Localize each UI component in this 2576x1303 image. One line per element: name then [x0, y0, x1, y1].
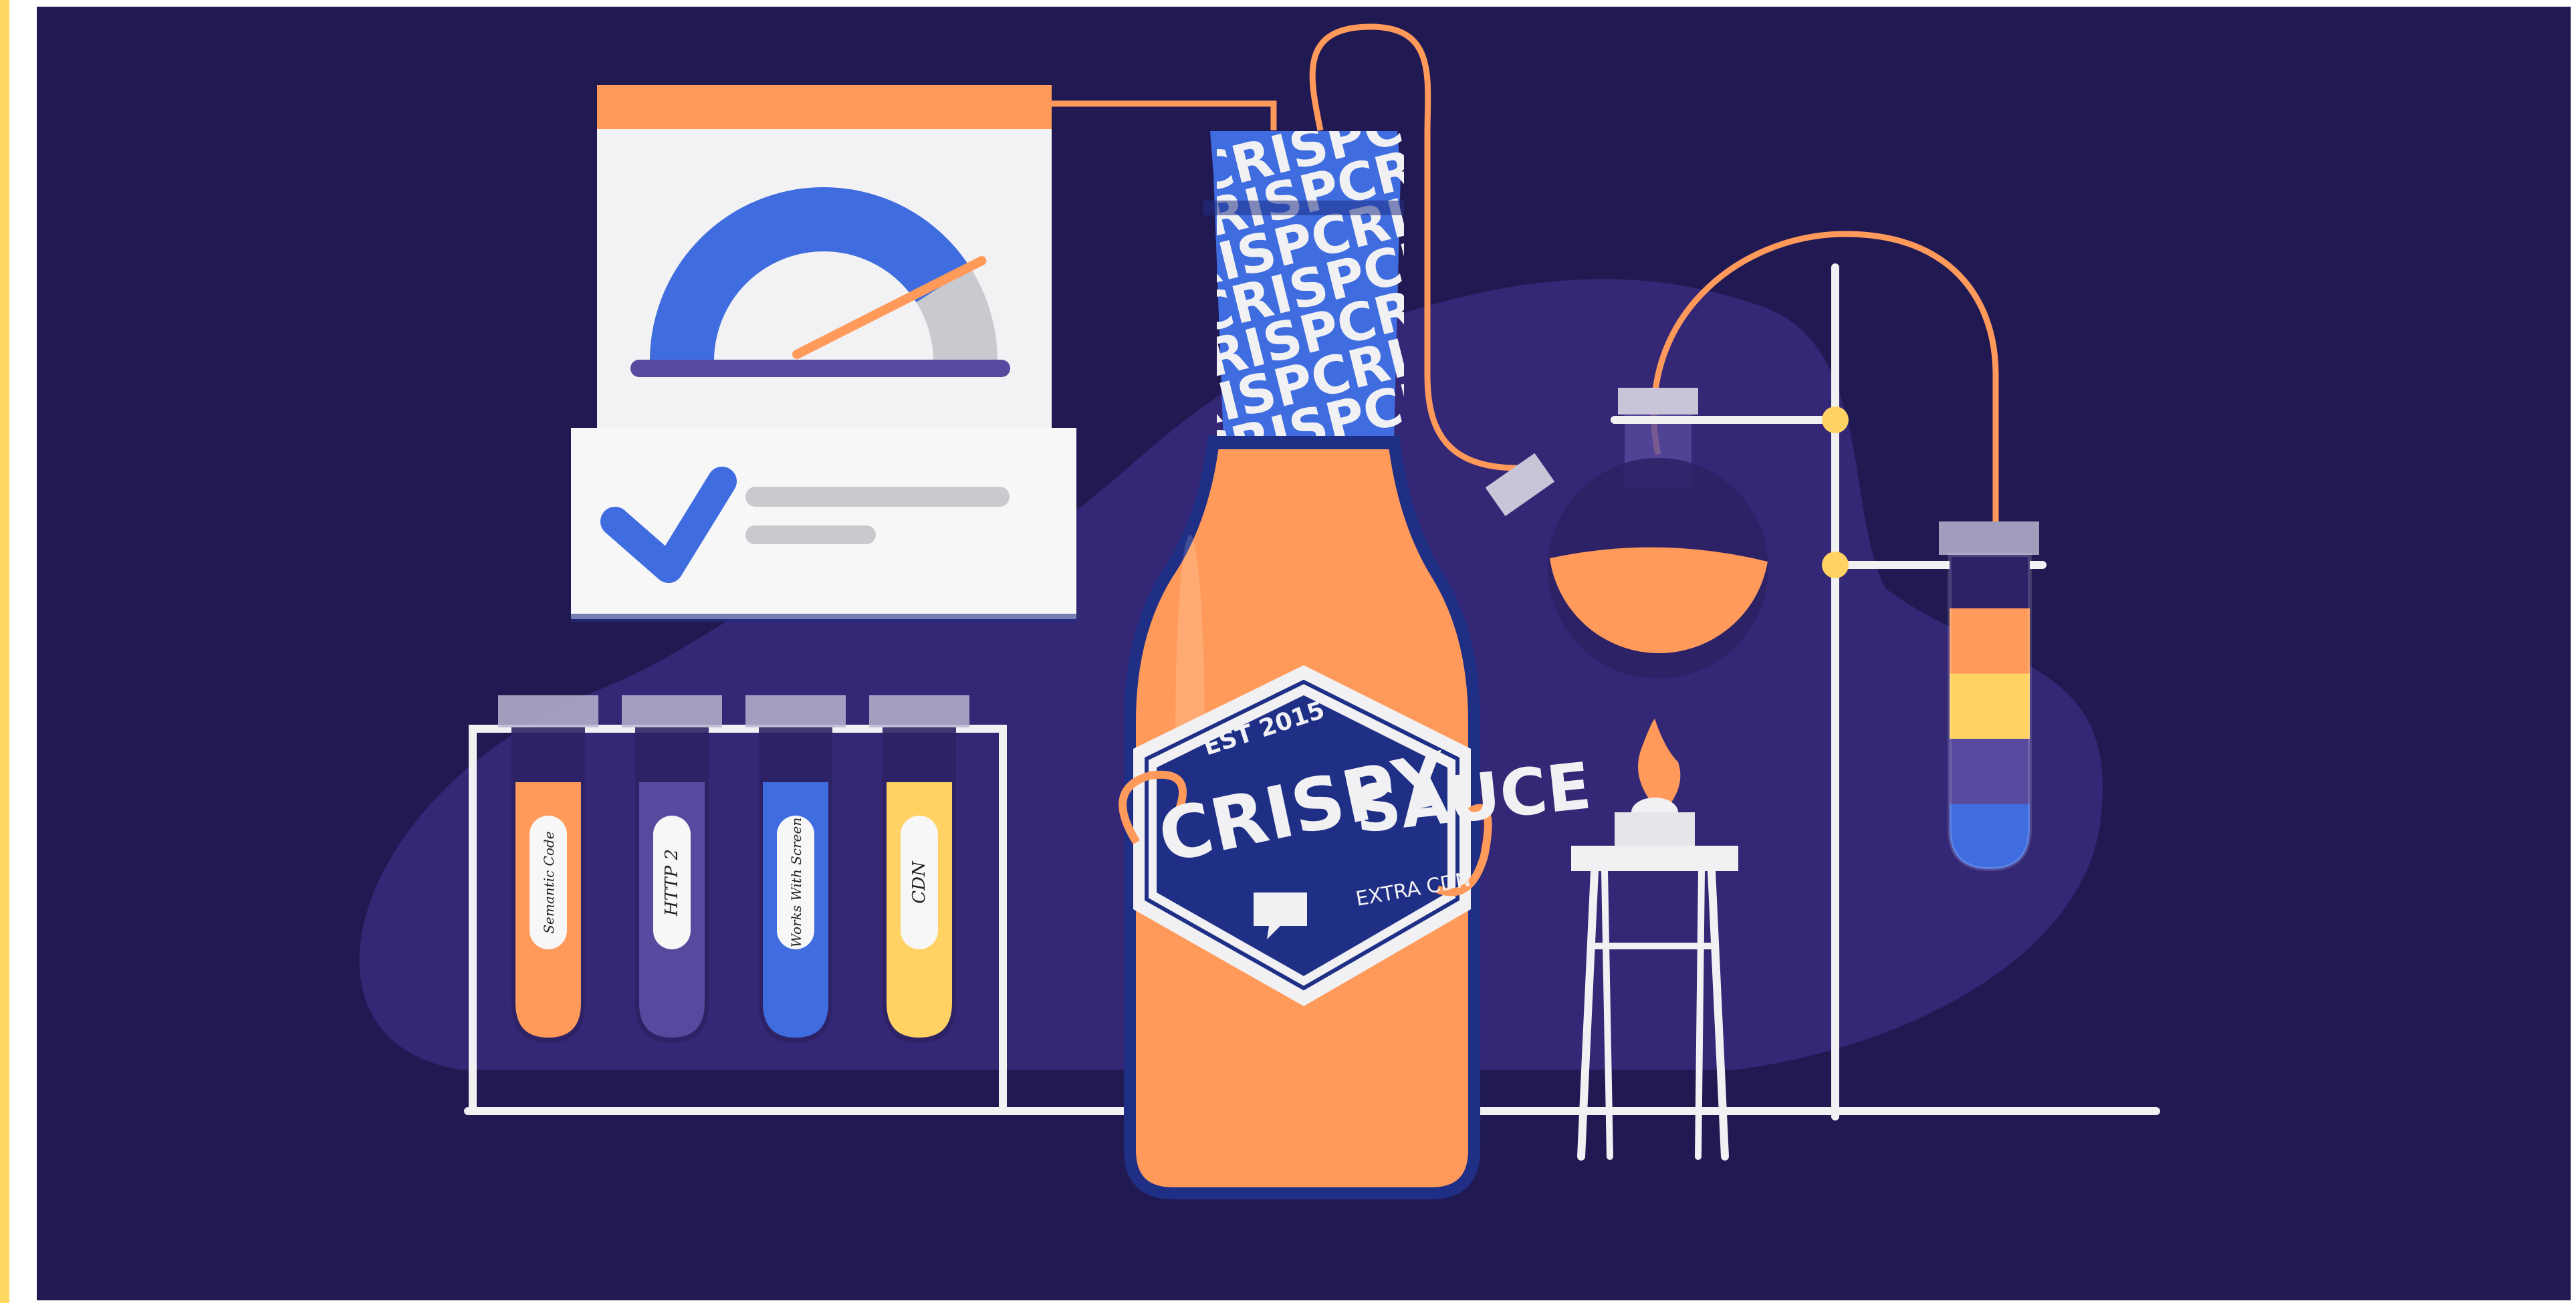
- test-tube: HTTP 2: [622, 695, 722, 1043]
- card-header-bar: [597, 85, 1052, 129]
- flask-cap: [1618, 388, 1698, 414]
- clamp-knob-lower: [1822, 552, 1849, 578]
- test-tube: Works With Screen: [745, 695, 846, 1043]
- stand-top: [1571, 846, 1738, 871]
- text-placeholder-line-1: [745, 487, 1010, 507]
- lab-illustration: Semantic Code HTTP 2 Works With Screen CDN …: [0, 0, 2571, 1303]
- tube-cap: [745, 695, 846, 727]
- tube-layer: [1950, 608, 2030, 675]
- tube-cap: [622, 695, 722, 727]
- tube-label: HTTP 2: [662, 849, 682, 917]
- accent-bar: [0, 0, 9, 1303]
- test-tube: Semantic Code: [498, 695, 598, 1043]
- tube-cap: [869, 695, 969, 727]
- tube-layer: [1950, 739, 2030, 805]
- tube-cap: [498, 695, 598, 727]
- tube-label: Semantic Code: [541, 831, 557, 933]
- tube-layer: [1950, 673, 2030, 739]
- test-tube: CDN: [869, 695, 969, 1043]
- speed-dashboard-card: [571, 85, 1076, 622]
- text-placeholder-line-2: [745, 525, 876, 544]
- layered-test-tube: [1939, 521, 2039, 872]
- gauge-base: [630, 360, 1010, 377]
- bottle-cap-rim: [1203, 201, 1404, 215]
- burner-base: [1615, 812, 1695, 846]
- tube-label: CDN: [909, 860, 929, 904]
- layered-tube-empty: [1950, 555, 2030, 608]
- result-card: [571, 428, 1076, 619]
- clamp-knob-upper: [1822, 406, 1849, 433]
- tube-label: Works With Screen: [788, 818, 804, 947]
- bottle-neck-rim: [1215, 436, 1396, 449]
- layered-tube-cap: [1939, 521, 2039, 555]
